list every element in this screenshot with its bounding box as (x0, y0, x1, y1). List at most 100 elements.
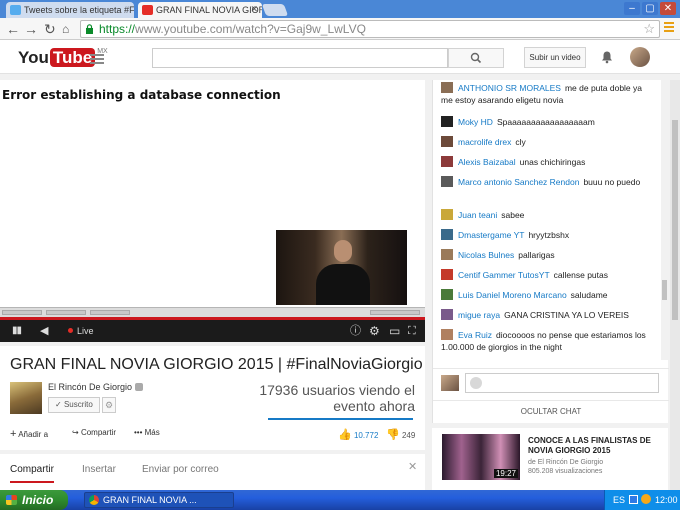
reload-icon[interactable]: ↻ (44, 21, 56, 37)
verified-icon (135, 383, 144, 391)
chat-message: Marco antonio Sanchez Rendon buuu no pued… (441, 176, 651, 188)
embedded-taskbar (0, 307, 425, 317)
chat-user-avatar (441, 289, 453, 300)
channel-name[interactable]: El Rincón De Giorgio (48, 382, 144, 392)
chat-scrollbar[interactable] (661, 80, 668, 360)
share-panel: Compartir Insertar Enviar por correo ✕ (0, 454, 425, 490)
live-badge: Live (68, 324, 94, 338)
close-tab-icon[interactable]: ✕ (250, 4, 258, 15)
logo-you: You (18, 48, 49, 67)
upload-button[interactable]: Subir un video (524, 47, 586, 68)
chat-user-avatar (441, 116, 453, 127)
back-icon[interactable]: ← (6, 21, 20, 37)
live-dot-icon (68, 328, 73, 333)
page-scrollbar[interactable] (670, 80, 680, 490)
chrome-icon (89, 495, 99, 505)
clock[interactable]: 12:00 (655, 490, 678, 510)
tab-embed[interactable]: Insertar (82, 464, 116, 475)
share-icon: ↪ (72, 428, 79, 437)
notifications-bell-icon[interactable] (600, 50, 614, 64)
home-icon[interactable]: ⌂ (62, 21, 69, 37)
url-scheme: https:// (99, 22, 136, 36)
tab-title: GRAN FINAL NOVIA GIOR (156, 5, 262, 15)
windows-logo-icon (6, 495, 17, 505)
tray-app-icon[interactable] (641, 494, 651, 504)
chat-message: Centif Gammer TutosYT callense putas (441, 269, 651, 281)
add-to-button[interactable]: + Añadir a (10, 428, 48, 440)
pause-icon[interactable]: ▮▮ (12, 324, 22, 338)
like-button[interactable]: 👍 10.772 (338, 428, 378, 441)
youtube-header: You Tube MX Subir un video (0, 40, 680, 74)
network-icon[interactable] (629, 495, 638, 504)
search-input[interactable] (152, 48, 448, 68)
tab-tweets[interactable]: Tweets sobre la etiqueta #Fi (6, 2, 134, 18)
live-viewers-count: 17936 usuarios viendo el evento ahora (259, 382, 415, 414)
chat-user-avatar (441, 136, 453, 147)
account-avatar[interactable] (630, 47, 650, 67)
search-button[interactable] (448, 48, 504, 68)
tab-share[interactable]: Compartir (10, 464, 54, 483)
emoji-icon[interactable] (470, 377, 482, 389)
video-title: GRAN FINAL NOVIA GIORGIO 2015 | #FinalNo… (10, 356, 423, 373)
channel-avatar[interactable] (10, 382, 42, 414)
theater-mode-icon[interactable]: ▭ (389, 324, 400, 338)
chrome-menu-icon[interactable] (664, 22, 674, 34)
video-duration: 19:27 (493, 469, 518, 478)
settings-gear-icon[interactable]: ⚙ (369, 324, 380, 338)
chat-input[interactable] (465, 373, 659, 393)
video-info-card: GRAN FINAL NOVIA GIORGIO 2015 | #FinalNo… (0, 346, 425, 450)
chat-compose (433, 368, 669, 398)
windows-taskbar: Inicio GRAN FINAL NOVIA ... ES 12:00 (0, 490, 680, 510)
new-tab-button[interactable] (261, 4, 289, 16)
browser-toolbar: ← → ↻ ⌂ https://www.youtube.com/watch?v=… (0, 18, 680, 40)
related-title[interactable]: CONOCE A LAS FINALISTAS DE NOVIA GIORGIO… (528, 436, 662, 456)
chat-message: Nicolas Bulnes pallarigas (441, 249, 651, 261)
address-bar[interactable]: https://www.youtube.com/watch?v=Gaj9w_Lw… (80, 20, 660, 38)
chat-message: Juan teani sabee (441, 209, 651, 221)
close-window-button[interactable]: ✕ (660, 2, 676, 15)
more-button[interactable]: ••• Más (134, 428, 160, 437)
volume-icon[interactable]: ◀ (40, 324, 48, 338)
forward-icon[interactable]: → (24, 21, 38, 37)
taskbar-item-chrome[interactable]: GRAN FINAL NOVIA ... (84, 492, 234, 508)
chat-message: Luis Daniel Moreno Marcano saludame (441, 289, 651, 301)
chat-user-avatar (441, 156, 453, 167)
chat-message: migue raya GANA CRISTINA YA LO VEREIS (441, 309, 651, 321)
subscribed-button[interactable]: ✓ Suscrito (48, 397, 100, 413)
subscription-settings-icon[interactable]: ⚙ (102, 397, 116, 413)
twitter-icon (10, 5, 21, 15)
fullscreen-icon[interactable]: ⛶ (408, 324, 416, 338)
chat-user-avatar (441, 329, 453, 340)
lock-icon (86, 24, 93, 34)
chat-message: Eva Ruiz diocoooos no pense que estariamo… (441, 329, 646, 352)
chat-message: Alexis Baizabal unas chichiringas (441, 156, 651, 168)
related-thumbnail[interactable]: 19:27 (442, 434, 520, 480)
tab-email[interactable]: Enviar por correo (142, 464, 219, 475)
chat-user-avatar (441, 309, 453, 320)
thumbs-down-icon: 👎 (386, 429, 400, 441)
share-button[interactable]: ↪ Compartir (72, 428, 116, 437)
tab-youtube[interactable]: GRAN FINAL NOVIA GIOR ✕ (138, 2, 262, 18)
chat-user-avatar (441, 82, 453, 93)
hide-chat-button[interactable]: OCULTAR CHAT (433, 400, 669, 422)
webcam-overlay (276, 230, 407, 305)
database-error-text: Error establishing a database connection (2, 88, 281, 102)
guide-menu-icon[interactable] (90, 54, 104, 66)
related-video[interactable]: 19:27 CONOCE A LAS FINALISTAS DE NOVIA G… (432, 428, 668, 490)
video-player[interactable]: Error establishing a database connection… (0, 80, 425, 342)
dislike-button[interactable]: 👎 249 (386, 428, 415, 441)
url-text: www.youtube.com/watch?v=Gaj9w_LwLVQ (135, 22, 366, 36)
related-meta: de El Rincón De Giorgio 805.208 visualiz… (528, 458, 603, 476)
plus-icon: + (10, 428, 17, 440)
related-views: 805.208 visualizaciones (528, 468, 603, 475)
maximize-button[interactable]: ▢ (642, 2, 658, 15)
minimize-button[interactable]: – (624, 2, 640, 15)
chat-user-avatar (441, 209, 453, 220)
start-button[interactable]: Inicio (0, 490, 68, 510)
bookmark-star-icon[interactable]: ☆ (643, 21, 655, 37)
info-icon[interactable]: ⓘ (350, 324, 361, 338)
browser-tabstrip: Tweets sobre la etiqueta #Fi GRAN FINAL … (0, 0, 680, 18)
language-indicator[interactable]: ES (613, 490, 625, 510)
close-share-icon[interactable]: ✕ (408, 460, 417, 473)
more-dots-icon: ••• (134, 428, 143, 437)
